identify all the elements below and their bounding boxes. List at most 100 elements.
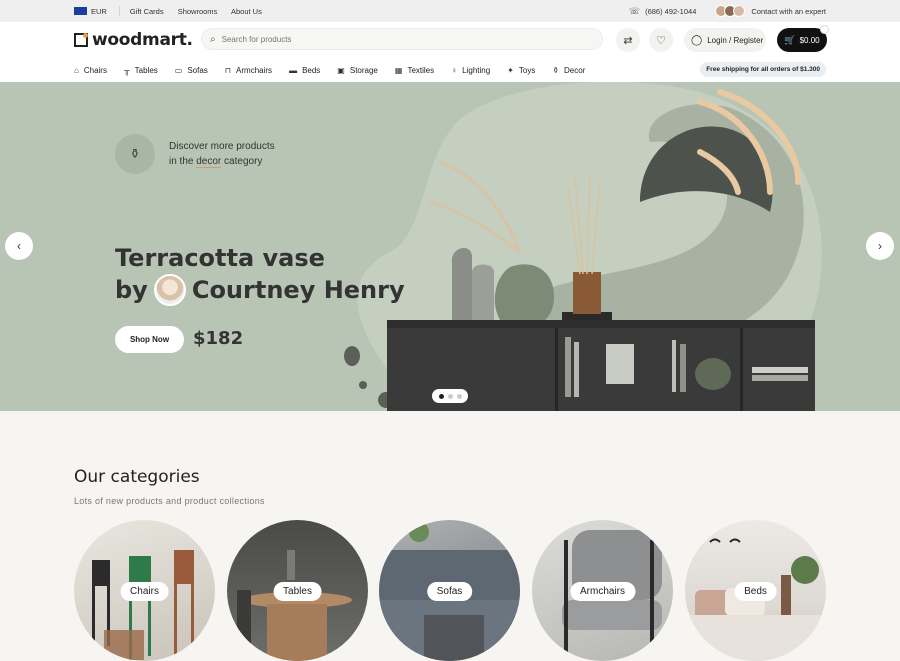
expert-avatars xyxy=(715,5,746,17)
categories-subtitle: Lots of new products and product collect… xyxy=(74,496,265,506)
main-header: woodmart. ⌕ ⇄ ♡ ◯ Login / Register 🛒 $0.… xyxy=(0,22,900,58)
hero-price: $182 xyxy=(193,328,244,349)
search-bar: ⌕ xyxy=(201,28,603,50)
shuffle-icon: ⇄ xyxy=(623,34,633,47)
discover-pre: in the xyxy=(169,156,197,167)
eu-flag-icon xyxy=(74,7,87,15)
nav-label: Chairs xyxy=(83,65,107,75)
nav-label: Decor xyxy=(564,65,586,75)
cart-button[interactable]: 🛒 $0.00 xyxy=(777,25,829,52)
slider-pagination xyxy=(432,389,468,403)
nav-label: Beds xyxy=(302,65,321,75)
nav-label: Armchairs xyxy=(236,65,273,75)
showrooms-link[interactable]: Showrooms xyxy=(178,7,218,16)
currency-label: EUR xyxy=(91,6,107,16)
decor-vase-icon: ⚱ xyxy=(115,134,155,174)
user-icon: ◯ xyxy=(691,34,703,46)
bed-icon: ▬ xyxy=(289,65,298,75)
hero-title-line-1: Terracotta vase xyxy=(115,244,325,272)
about-us-link[interactable]: About Us xyxy=(231,7,262,16)
category-label: Tables xyxy=(273,582,322,601)
nav-item-chairs[interactable]: ⌂ Chairs xyxy=(74,66,107,75)
avatar xyxy=(733,5,746,17)
contact-expert-link[interactable]: Contact with an expert xyxy=(751,7,826,16)
discover-line-2: in the decor category xyxy=(169,154,275,169)
compare-button[interactable]: ⇄ xyxy=(616,28,640,52)
discover-post: category xyxy=(221,156,263,167)
hero-title-line-2: by Courtney Henry xyxy=(115,274,405,306)
category-nav-list: ⌂ Chairs ╥ Tables ▭ Sofas ⊓ Armchairs ▬ Beds … xyxy=(74,58,602,82)
nav-label: Lighting xyxy=(462,65,491,75)
discover-decor-promo[interactable]: ⚱ Discover more products in the decor ca… xyxy=(115,134,275,174)
top-links: Gift Cards Showrooms About Us xyxy=(130,7,274,16)
nav-item-beds[interactable]: ▬ Beds xyxy=(289,66,320,75)
textile-icon: ▦ xyxy=(394,65,403,75)
nav-label: Sofas xyxy=(187,65,208,75)
category-card-tables[interactable]: Tables xyxy=(227,520,368,661)
site-logo[interactable]: woodmart. xyxy=(74,30,193,50)
category-card-armchairs[interactable]: Armchairs xyxy=(532,520,673,661)
gift-cards-link[interactable]: Gift Cards xyxy=(130,7,164,16)
nav-item-decor[interactable]: ⚱ Decor xyxy=(552,66,585,75)
decor-icon: ⚱ xyxy=(552,65,560,75)
login-label: Login / Register xyxy=(707,35,764,45)
shop-now-button[interactable]: Shop Now xyxy=(115,326,184,353)
category-label: Chairs xyxy=(120,582,169,601)
hero-slider: ⚱ Discover more products in the decor ca… xyxy=(0,82,900,411)
nav-label: Textiles xyxy=(407,65,435,75)
login-register-button[interactable]: ◯ Login / Register xyxy=(684,28,766,52)
slide-dot-3[interactable] xyxy=(456,393,462,399)
nav-label: Storage xyxy=(349,65,378,75)
logo-icon xyxy=(74,33,88,47)
category-nav: ⌂ Chairs ╥ Tables ▭ Sofas ⊓ Armchairs ▬ Beds … xyxy=(0,58,900,82)
nav-item-lighting[interactable]: ♀ Lighting xyxy=(451,66,490,75)
currency-selector[interactable]: EUR xyxy=(74,7,107,16)
nav-item-textiles[interactable]: ▦ Textiles xyxy=(395,66,434,75)
slide-dot-2[interactable] xyxy=(447,393,453,399)
designer-avatar xyxy=(153,274,186,306)
nav-item-storage[interactable]: ▣ Storage xyxy=(337,66,378,75)
nav-label: Toys xyxy=(518,65,536,75)
discover-line-1: Discover more products xyxy=(169,141,275,152)
logo-text: woodmart. xyxy=(92,30,193,50)
free-shipping-badge: Free shipping for all orders of $1.300 xyxy=(700,62,826,77)
category-card-beds[interactable]: Beds xyxy=(685,520,826,661)
wishlist-button[interactable]: ♡ xyxy=(649,28,673,52)
slide-dot-1[interactable] xyxy=(438,393,444,399)
sofa-icon: ▭ xyxy=(174,65,183,75)
storage-icon: ▣ xyxy=(337,65,345,75)
search-input[interactable] xyxy=(221,34,582,44)
nav-item-armchairs[interactable]: ⊓ Armchairs xyxy=(225,66,272,75)
chevron-left-icon: ‹ xyxy=(17,239,21,253)
lamp-icon: ♀ xyxy=(451,65,458,75)
top-bar-left: EUR Gift Cards Showrooms About Us xyxy=(74,0,274,22)
heart-icon: ♡ xyxy=(656,34,666,47)
category-card-sofas[interactable]: Sofas xyxy=(379,520,520,661)
phone-icon: ☏ xyxy=(628,5,641,16)
discover-text: Discover more products in the decor cate… xyxy=(169,139,275,169)
nav-item-tables[interactable]: ╥ Tables xyxy=(124,66,158,75)
nav-label: Tables xyxy=(134,65,158,75)
cart-icon: 🛒 xyxy=(784,34,796,45)
cart-count-badge xyxy=(820,25,829,34)
decor-category-link[interactable]: decor xyxy=(196,156,222,168)
toy-icon: ✦ xyxy=(507,65,514,75)
table-icon: ╥ xyxy=(123,65,130,75)
nav-item-sofas[interactable]: ▭ Sofas xyxy=(175,66,208,75)
slider-next-button[interactable]: › xyxy=(866,232,894,260)
categories-title: Our categories xyxy=(74,467,200,487)
cart-total: $0.00 xyxy=(799,35,820,45)
hero-title: Terracotta vase by Courtney Henry xyxy=(115,242,405,306)
hero-title-by: by xyxy=(115,276,148,304)
designer-name: Courtney Henry xyxy=(191,276,405,304)
top-bar-right: ☏ (686) 492-1044 Contact with an expert xyxy=(629,0,826,22)
slider-prev-button[interactable]: ‹ xyxy=(5,232,33,260)
phone-number[interactable]: (686) 492-1044 xyxy=(645,7,696,16)
chevron-right-icon: › xyxy=(878,239,882,253)
category-card-chairs[interactable]: Chairs xyxy=(74,520,215,661)
chair-icon: ⌂ xyxy=(74,65,79,75)
category-label: Sofas xyxy=(426,582,473,601)
nav-item-toys[interactable]: ✦ Toys xyxy=(507,66,535,75)
category-label: Armchairs xyxy=(569,582,636,601)
search-icon[interactable]: ⌕ xyxy=(210,34,216,45)
